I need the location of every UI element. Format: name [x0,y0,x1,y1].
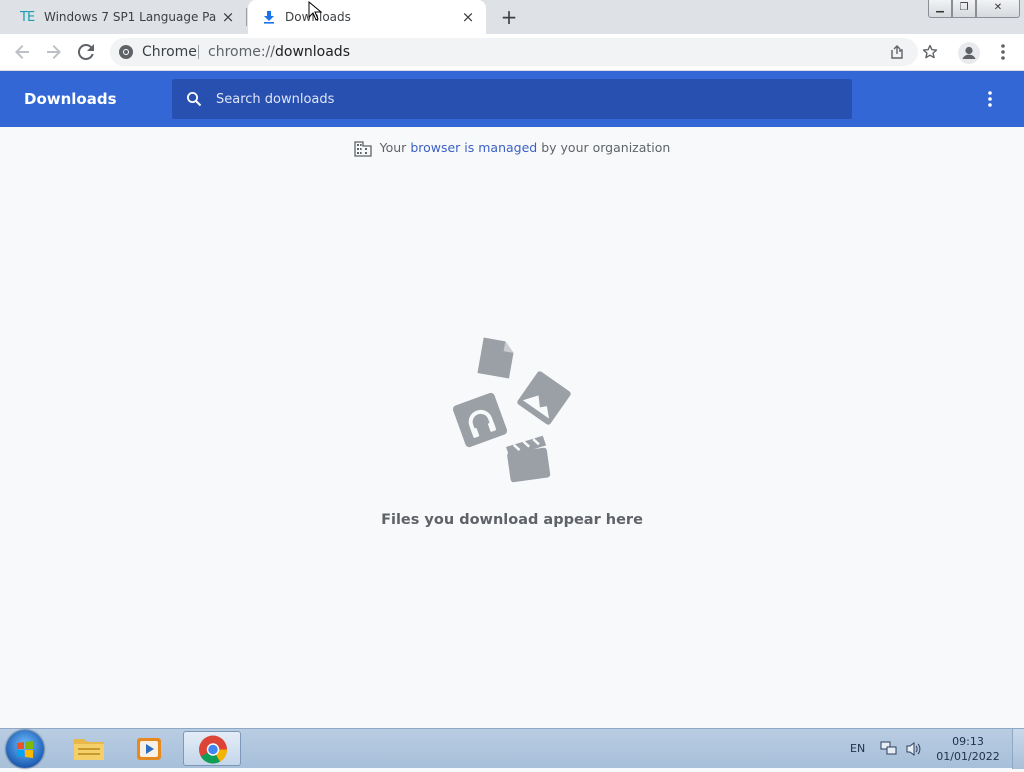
media-player-taskbar-button[interactable] [120,731,178,766]
new-tab-button[interactable]: + [498,6,520,28]
tab-favicon: TE [20,9,35,25]
managed-link[interactable]: browser is managed [410,140,537,155]
tab-divider [246,8,247,26]
search-box[interactable] [172,79,852,119]
profile-avatar-button[interactable] [958,42,980,64]
reload-icon [77,43,94,60]
person-icon [962,46,976,59]
language-indicator[interactable]: EN [850,729,865,769]
chrome-icon [199,735,227,764]
window-close-button[interactable]: ✕ [976,0,1020,18]
more-vert-icon[interactable] [980,89,1000,109]
close-tab-icon[interactable]: × [220,9,236,25]
document-icon [477,337,514,379]
show-desktop-button[interactable] [1012,729,1024,769]
address-bar[interactable]: Chrome chrome://downloads [110,38,918,66]
video-icon [505,435,551,483]
explorer-taskbar-button[interactable] [60,731,118,766]
minimize-button[interactable]: ▁ [928,0,952,18]
bookmark-star-icon[interactable] [922,44,938,60]
tab-downloads[interactable]: Downloads × [248,0,486,34]
download-icon [264,11,274,24]
empty-state-message: Files you download appear here [381,512,643,528]
back-button[interactable] [10,40,34,64]
page-title: Downloads [24,90,117,108]
audio-icon [452,392,508,448]
chrome-taskbar-button[interactable] [183,731,241,766]
managed-prefix: Your [379,140,411,155]
mouse-cursor-icon [308,1,322,21]
start-button[interactable] [6,730,44,768]
tab-strip: TE Windows 7 SP1 Language Packs × Downlo… [0,0,1024,34]
volume-icon[interactable] [905,741,923,757]
managed-suffix: by your organization [537,140,671,155]
search-input[interactable] [216,79,816,119]
chrome-icon [119,45,133,59]
browser-toolbar: Chrome chrome://downloads [0,34,1024,71]
building-icon [353,140,372,157]
managed-notice: Your browser is managed by your organiza… [0,138,1024,158]
site-label: Chrome [142,44,197,60]
search-icon [187,92,202,107]
windows-taskbar: EN 09:13 01/01/2022 [0,728,1024,769]
omnibox-divider [198,45,199,59]
close-tab-icon[interactable]: × [460,9,476,25]
share-icon[interactable] [889,44,905,60]
tab-title: Windows 7 SP1 Language Packs [44,10,216,24]
clock-time: 09:13 [952,735,984,748]
system-clock[interactable]: 09:13 01/01/2022 [930,734,1006,764]
tab-windows7-language-packs[interactable]: TE Windows 7 SP1 Language Packs × [8,0,246,34]
downloads-header: Downloads [0,71,1024,127]
url-text[interactable]: chrome://downloads [208,38,350,66]
folder-icon [74,739,104,760]
clock-date: 01/01/2022 [936,750,1000,763]
windows-logo-icon [17,741,33,758]
media-player-icon [137,738,161,760]
empty-downloads-illustration [452,337,571,483]
more-vert-icon[interactable] [993,41,1013,63]
arrow-left-icon [15,45,29,59]
image-icon [517,371,571,425]
restore-button[interactable]: ❐ [952,0,976,18]
reload-button[interactable] [74,40,98,64]
network-icon[interactable] [880,741,898,757]
forward-button[interactable] [42,40,66,64]
arrow-right-icon [47,45,61,59]
